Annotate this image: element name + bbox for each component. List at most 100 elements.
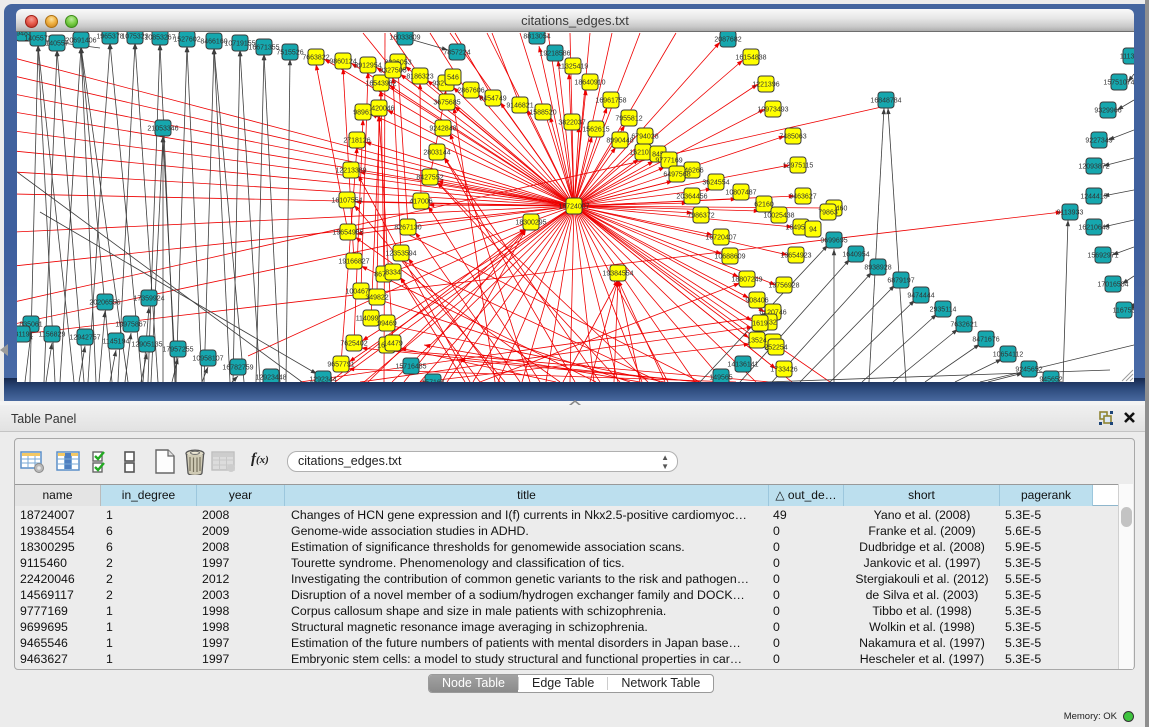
svg-text:19166827: 19166827 <box>338 258 369 265</box>
svg-text:9860124: 9860124 <box>329 58 356 65</box>
svg-text:2803144: 2803144 <box>423 149 450 156</box>
svg-text:2867606: 2867606 <box>457 87 484 94</box>
svg-text:18807249: 18807249 <box>731 276 762 283</box>
svg-text:16154838: 16154838 <box>735 54 766 61</box>
svg-text:546: 546 <box>447 74 459 81</box>
svg-text:3624554: 3624554 <box>702 179 729 186</box>
svg-text:11325419: 11325419 <box>558 63 589 70</box>
svg-text:10025438: 10025438 <box>763 212 794 219</box>
svg-text:7986372: 7986372 <box>687 212 714 219</box>
svg-text:1640954: 1640954 <box>842 251 869 258</box>
svg-text:16107554: 16107554 <box>331 197 362 204</box>
svg-text:9113933: 9113933 <box>1057 209 1084 216</box>
svg-text:9327505: 9327505 <box>379 67 406 74</box>
svg-text:9474444: 9474444 <box>907 292 934 299</box>
svg-text:9777169: 9777169 <box>655 157 682 164</box>
svg-text:13524: 13524 <box>747 337 767 344</box>
svg-text:149565: 149565 <box>709 374 732 381</box>
svg-text:20364456: 20364456 <box>676 193 707 200</box>
svg-text:18640910: 18640910 <box>574 79 605 86</box>
svg-text:945652: 945652 <box>1039 376 1062 382</box>
svg-text:10958107: 10958107 <box>192 355 223 362</box>
svg-text:1527602: 1527602 <box>173 36 200 43</box>
svg-text:9657791: 9657791 <box>327 361 354 368</box>
svg-text:21053346: 21053346 <box>147 125 178 132</box>
svg-text:16210643: 16210643 <box>1078 224 1109 231</box>
svg-text:331191: 331191 <box>17 331 34 338</box>
svg-text:10807487: 10807487 <box>725 189 756 196</box>
svg-text:8938928: 8938928 <box>864 264 891 271</box>
svg-text:19654923: 19654923 <box>780 252 811 259</box>
svg-text:10654112: 10654112 <box>993 351 1024 358</box>
svg-text:1562615: 1562615 <box>582 126 609 133</box>
svg-text:7485063: 7485063 <box>779 133 806 140</box>
svg-text:12942757: 12942757 <box>69 334 100 341</box>
svg-text:12923448: 12923448 <box>255 374 286 381</box>
svg-text:19654985: 19654985 <box>332 229 363 236</box>
svg-text:19384554: 19384554 <box>602 270 633 277</box>
svg-text:15692971: 15692971 <box>1087 252 1118 259</box>
svg-text:2718126: 2718126 <box>343 137 370 144</box>
svg-text:9227349: 9227349 <box>1085 137 1112 144</box>
svg-text:8990448: 8990448 <box>606 137 633 144</box>
svg-text:1156829: 1156829 <box>39 331 66 338</box>
svg-text:12975115: 12975115 <box>783 162 814 169</box>
svg-text:7955812: 7955812 <box>615 115 642 122</box>
svg-text:2087682: 2087682 <box>714 36 741 43</box>
svg-text:12213389: 12213389 <box>335 167 366 174</box>
svg-text:16848784: 16848784 <box>870 97 901 104</box>
svg-text:7515526: 7515526 <box>276 49 303 56</box>
svg-text:8427552: 8427552 <box>416 174 443 181</box>
svg-text:10688609: 10688609 <box>714 253 745 260</box>
svg-text:8912954: 8912954 <box>354 62 381 69</box>
svg-text:6794028: 6794028 <box>631 133 658 140</box>
svg-text:7857224: 7857224 <box>443 49 470 56</box>
svg-text:7632621: 7632621 <box>950 321 977 328</box>
svg-text:1292344: 1292344 <box>309 376 336 382</box>
svg-text:62160: 62160 <box>754 201 774 208</box>
svg-text:15751074: 15751074 <box>1103 79 1134 86</box>
svg-text:12353594: 12353594 <box>385 250 416 257</box>
svg-text:1588520: 1588520 <box>529 109 556 116</box>
svg-text:8334: 8334 <box>385 269 401 276</box>
svg-text:6497568: 6497568 <box>663 171 690 178</box>
svg-text:7663822: 7663822 <box>302 54 329 61</box>
svg-text:79863: 79863 <box>818 209 838 216</box>
svg-text:18300295: 18300295 <box>515 219 546 226</box>
svg-text:17359924: 17359924 <box>133 295 164 302</box>
svg-text:94: 94 <box>809 226 817 233</box>
svg-text:15716485: 15716485 <box>395 363 426 370</box>
svg-text:7625402: 7625402 <box>340 340 367 347</box>
svg-text:157164: 157164 <box>421 379 444 382</box>
svg-text:8813054: 8813054 <box>523 33 550 40</box>
svg-text:111393: 111393 <box>1120 53 1134 60</box>
svg-text:8186323: 8186323 <box>406 73 433 80</box>
svg-text:1733426: 1733426 <box>770 366 797 373</box>
svg-text:14479: 14479 <box>383 340 403 347</box>
svg-text:1221396: 1221396 <box>752 81 779 88</box>
svg-text:17957255: 17957255 <box>162 346 193 353</box>
svg-text:417006: 417006 <box>409 198 432 205</box>
svg-text:9242848: 9242848 <box>429 125 456 132</box>
svg-text:9245652: 9245652 <box>1015 366 1042 373</box>
svg-text:349822: 349822 <box>365 294 388 301</box>
svg-text:12093872: 12093872 <box>1078 163 1109 170</box>
svg-text:1965378: 1965378 <box>96 33 123 40</box>
svg-text:17016504: 17016504 <box>1097 281 1128 288</box>
svg-text:3822037: 3822037 <box>558 119 585 126</box>
svg-text:2935114: 2935114 <box>930 306 957 313</box>
svg-text:8454749: 8454749 <box>479 95 506 102</box>
svg-text:1619: 1619 <box>752 320 768 327</box>
svg-text:12905135: 12905135 <box>131 341 162 348</box>
svg-text:9146821: 9146821 <box>506 102 533 109</box>
svg-text:20691406: 20691406 <box>65 37 96 44</box>
svg-text:9329966: 9329966 <box>1094 107 1121 114</box>
svg-text:8267130: 8267130 <box>394 224 421 231</box>
svg-text:16543982: 16543982 <box>365 80 396 87</box>
svg-text:19975867: 19975867 <box>115 321 146 328</box>
svg-text:16961758: 16961758 <box>595 97 626 104</box>
svg-text:99469: 99469 <box>377 320 397 327</box>
svg-text:9699695: 9699695 <box>820 237 847 244</box>
svg-text:9463627: 9463627 <box>789 193 816 200</box>
svg-text:18724007: 18724007 <box>558 203 589 210</box>
